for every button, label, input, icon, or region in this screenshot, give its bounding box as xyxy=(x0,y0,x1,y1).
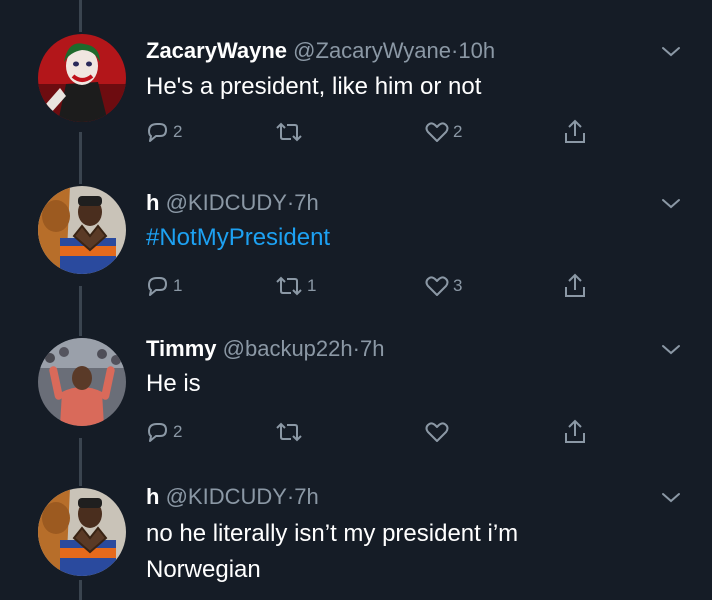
like-button[interactable] xyxy=(424,416,453,448)
chevron-down-icon[interactable] xyxy=(660,43,682,59)
action-bar: 1 1 3 xyxy=(144,270,604,302)
timestamp[interactable]: 10h xyxy=(458,38,495,63)
avatar[interactable] xyxy=(38,338,126,426)
display-name[interactable]: h xyxy=(146,484,159,509)
user-handle[interactable]: @backup22h xyxy=(223,336,353,361)
heart-hands-avatar xyxy=(38,186,126,274)
share-icon xyxy=(565,273,585,297)
retweet-icon xyxy=(276,122,302,142)
tweet[interactable]: h @KIDCUDY·7h no he literally isn’t my p… xyxy=(0,464,712,600)
reply-icon xyxy=(148,277,167,296)
avatar[interactable] xyxy=(38,186,126,274)
heart-hands-avatar xyxy=(38,488,126,576)
retweet-button[interactable] xyxy=(274,116,307,148)
retweet-icon xyxy=(276,422,302,442)
display-name[interactable]: h xyxy=(146,190,159,215)
tweet-text: He's a president, like him or not xyxy=(146,73,482,100)
crowd-avatar xyxy=(38,338,126,426)
user-handle[interactable]: @KIDCUDY xyxy=(166,190,287,215)
retweet-icon xyxy=(276,276,302,296)
tweet-header: Timmy @backup22h·7h xyxy=(146,336,384,362)
share-button[interactable] xyxy=(562,416,588,448)
retweet-button[interactable] xyxy=(274,416,307,448)
reply-button[interactable]: 1 xyxy=(144,270,182,302)
like-count: 3 xyxy=(453,276,463,295)
avatar[interactable] xyxy=(38,34,126,122)
like-button[interactable]: 3 xyxy=(424,270,462,302)
reply-button[interactable]: 2 xyxy=(144,116,182,148)
separator: · xyxy=(352,336,360,361)
tweet-header: h @KIDCUDY·7h xyxy=(146,190,319,216)
reply-count: 1 xyxy=(173,276,183,295)
retweet-count: 1 xyxy=(307,276,317,295)
share-button[interactable] xyxy=(562,270,588,302)
tweet-text-line-2: Norwegian xyxy=(146,556,261,583)
timestamp[interactable]: 7h xyxy=(360,336,384,361)
tweet[interactable]: Timmy @backup22h·7h He is 2 xyxy=(0,312,712,464)
hashtag-link[interactable]: #NotMyPresident xyxy=(146,220,330,256)
tweet[interactable]: h @KIDCUDY·7h #NotMyPresident 1 1 3 xyxy=(0,160,712,312)
tweet[interactable]: ZacaryWayne @ZacaryWyane·10h He's a pres… xyxy=(0,0,712,160)
share-icon xyxy=(565,119,585,143)
like-button[interactable]: 2 xyxy=(424,116,462,148)
reply-count: 2 xyxy=(173,122,183,141)
avatar[interactable] xyxy=(38,488,126,576)
action-bar: 2 xyxy=(144,416,604,448)
user-handle[interactable]: @ZacaryWyane xyxy=(293,38,451,63)
chevron-down-icon[interactable] xyxy=(660,489,682,505)
share-button[interactable] xyxy=(562,116,588,148)
tweet-text-line-1: no he literally isn’t my president i’m xyxy=(146,520,519,547)
like-icon xyxy=(425,422,449,442)
like-icon xyxy=(425,276,449,296)
like-icon xyxy=(425,122,449,142)
reply-count: 2 xyxy=(173,422,183,441)
tweet-header: h @KIDCUDY·7h xyxy=(146,484,319,510)
retweet-button[interactable]: 1 xyxy=(274,270,316,302)
action-bar: 2 2 xyxy=(144,116,604,148)
reply-button[interactable]: 2 xyxy=(144,416,182,448)
display-name[interactable]: Timmy xyxy=(146,336,217,361)
tweet-text: He is xyxy=(146,370,201,397)
timestamp[interactable]: 7h xyxy=(294,190,318,215)
reply-icon xyxy=(148,123,167,142)
tweet-header: ZacaryWayne @ZacaryWyane·10h xyxy=(146,38,495,64)
share-icon xyxy=(565,419,585,443)
timestamp[interactable]: 7h xyxy=(294,484,318,509)
display-name[interactable]: ZacaryWayne xyxy=(146,38,287,63)
chevron-down-icon[interactable] xyxy=(660,195,682,211)
user-handle[interactable]: @KIDCUDY xyxy=(166,484,287,509)
chevron-down-icon[interactable] xyxy=(660,341,682,357)
reply-icon xyxy=(148,423,167,442)
like-count: 2 xyxy=(453,122,463,141)
joker-avatar xyxy=(38,34,126,122)
